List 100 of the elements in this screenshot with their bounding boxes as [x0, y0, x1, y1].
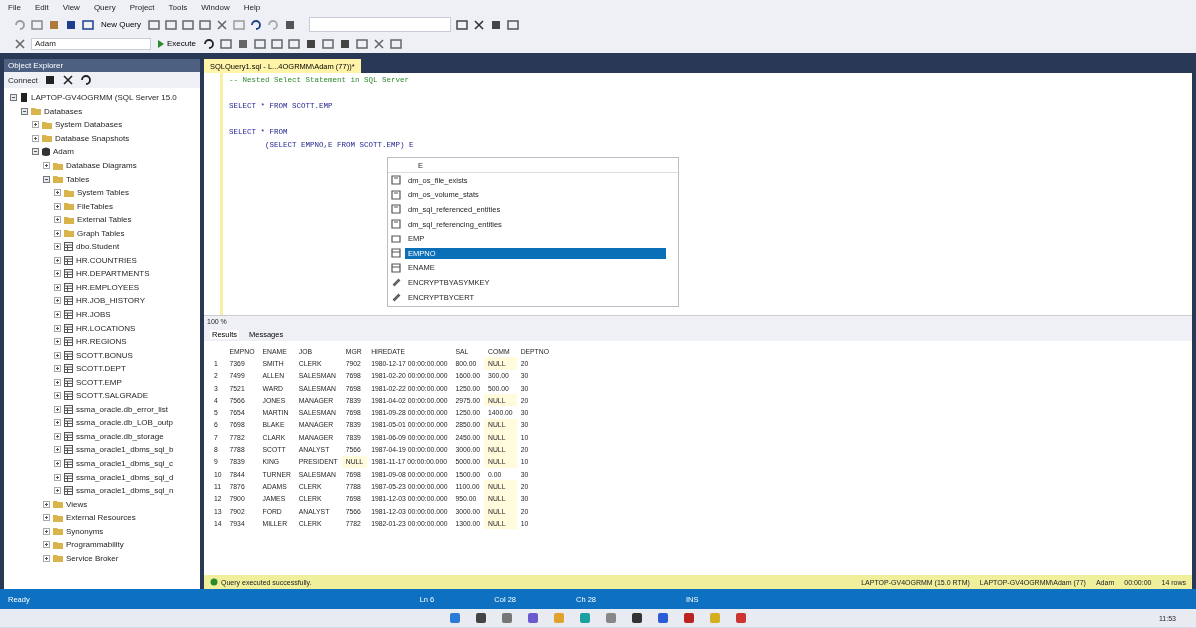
tree-item[interactable]: Tables — [66, 174, 90, 184]
expand-icon[interactable] — [54, 351, 61, 359]
tree-item[interactable]: SCOTT.EMP — [76, 377, 122, 387]
toolbar-icon[interactable] — [456, 18, 468, 31]
toolbar-icon[interactable] — [490, 18, 502, 31]
table-icon — [64, 431, 73, 441]
expand-icon[interactable] — [54, 283, 61, 291]
expand-icon[interactable] — [54, 460, 61, 468]
undo-icon[interactable] — [250, 18, 262, 31]
new-query-button[interactable]: New Query — [99, 20, 143, 29]
menu-item[interactable]: Project — [129, 3, 155, 12]
refresh-icon[interactable] — [79, 74, 92, 86]
taskbar-icon[interactable] — [683, 612, 695, 624]
tree-item[interactable]: HR.JOB_HISTORY — [76, 296, 146, 306]
tree-item[interactable]: External Resources — [66, 513, 136, 523]
tree-item[interactable]: Service Broker — [66, 553, 119, 563]
tree-item[interactable]: HR.COUNTRIES — [76, 255, 137, 265]
expand-icon[interactable] — [43, 554, 50, 562]
expand-icon[interactable] — [54, 446, 61, 454]
toolbar-icon[interactable] — [473, 18, 485, 31]
taskbar-icon[interactable] — [631, 612, 643, 624]
expand-icon[interactable] — [54, 419, 61, 427]
expand-icon[interactable] — [54, 432, 61, 440]
expand-icon[interactable] — [54, 378, 61, 386]
tree-item[interactable]: System Tables — [77, 188, 129, 198]
expand-icon[interactable] — [54, 229, 61, 237]
expand-icon[interactable] — [54, 243, 61, 251]
tree-item[interactable]: Views — [66, 499, 88, 509]
tree-item[interactable]: LAPTOP-GV4OGRMM (SQL Server 15.0 — [31, 93, 177, 103]
execute-button[interactable]: Execute — [156, 39, 198, 48]
expand-icon[interactable] — [54, 473, 61, 481]
expand-icon[interactable] — [54, 392, 61, 400]
tree-item[interactable]: SCOTT.BONUS — [76, 350, 133, 360]
expand-icon[interactable] — [54, 216, 61, 224]
menu-item[interactable]: Tools — [168, 3, 188, 12]
expand-icon[interactable] — [54, 324, 61, 332]
menu-item[interactable]: View — [62, 3, 80, 12]
tree-item[interactable]: ssma_oracle.db_storage — [76, 431, 164, 441]
tree-item[interactable]: System Databases — [55, 120, 123, 130]
expand-icon[interactable] — [54, 189, 61, 197]
tree-item[interactable]: ssma_oracle.db_LOB_outp — [76, 418, 173, 428]
expand-icon[interactable] — [32, 121, 39, 129]
taskbar-icon[interactable] — [657, 612, 669, 624]
tree-item[interactable]: Synonyms — [66, 526, 104, 536]
toolbar-icon[interactable] — [304, 37, 317, 50]
tree-item[interactable]: ssma_oracle1_dbms_sql_d — [76, 472, 174, 482]
expand-icon[interactable] — [54, 311, 61, 318]
tree-item[interactable]: ssma_oracle1_dbms_sql_c — [76, 459, 173, 469]
tree-item[interactable]: HR.JOBS — [76, 310, 111, 319]
tree-item[interactable]: HR.DEPARTMENTS — [76, 269, 150, 279]
expand-icon[interactable] — [54, 487, 61, 495]
table-icon — [64, 377, 73, 387]
expand-icon[interactable] — [54, 405, 61, 413]
menu-item[interactable]: Window — [201, 3, 230, 12]
taskbar-icon[interactable] — [475, 612, 487, 624]
expand-icon[interactable] — [54, 270, 61, 278]
toolbar-icon[interactable] — [61, 74, 74, 86]
tree-item[interactable]: ssma_oracle.db_error_list — [76, 404, 169, 414]
expand-icon[interactable] — [54, 256, 61, 264]
connect-button[interactable]: Connect — [8, 75, 38, 85]
expand-icon[interactable] — [32, 134, 39, 142]
tree-item[interactable]: FileTables — [77, 201, 113, 211]
tree-item[interactable]: Graph Tables — [77, 228, 125, 238]
expand-icon[interactable] — [43, 500, 50, 508]
toolbar-icon[interactable] — [82, 18, 94, 31]
tree-item[interactable]: External Tables — [77, 215, 132, 225]
tree-item[interactable]: Database Diagrams — [66, 161, 137, 170]
tree-item[interactable]: Programmability — [66, 540, 124, 550]
tree-item[interactable]: Database Snapshots — [55, 133, 130, 143]
tree-item[interactable]: HR.REGIONS — [76, 337, 127, 347]
tree-item[interactable]: Adam — [53, 147, 74, 157]
tree-item[interactable]: ssma_oracle1_dbms_sql_n — [76, 486, 174, 496]
collapse-icon[interactable] — [21, 107, 28, 115]
expand-icon[interactable] — [54, 202, 61, 210]
expand-icon[interactable] — [43, 514, 50, 522]
search-field[interactable] — [309, 17, 451, 32]
expand-icon[interactable] — [54, 297, 61, 305]
tree-item[interactable]: HR.LOCATIONS — [76, 323, 136, 333]
expand-icon[interactable] — [54, 365, 61, 373]
collapse-icon[interactable] — [43, 175, 50, 183]
menu-item[interactable]: Query — [93, 3, 116, 12]
collapse-icon[interactable] — [10, 94, 17, 102]
toolbar-icon[interactable] — [284, 18, 296, 31]
menu-item[interactable]: Edit — [34, 3, 49, 12]
tree-item[interactable]: SCOTT.SALGRADE — [76, 391, 148, 401]
expand-icon[interactable] — [43, 527, 50, 535]
tree-item[interactable]: SCOTT.DEPT — [76, 364, 126, 374]
cut-icon[interactable] — [216, 18, 228, 31]
collapse-icon[interactable] — [32, 148, 39, 156]
expand-icon[interactable] — [43, 541, 50, 549]
menu-item[interactable]: File — [8, 3, 21, 12]
tree-item[interactable]: ssma_oracle1_dbms_sql_b — [76, 445, 174, 455]
database-dropdown[interactable]: Adam — [31, 37, 151, 50]
expand-icon[interactable] — [54, 338, 61, 346]
tree-item[interactable]: Databases — [44, 106, 83, 116]
tree-item[interactable]: HR.EMPLOYEES — [76, 282, 140, 292]
expand-icon[interactable] — [43, 162, 50, 169]
tree-item[interactable]: dbo.Student — [76, 242, 120, 252]
toolbar-icon[interactable] — [338, 37, 351, 50]
menu-item[interactable]: Help — [243, 3, 261, 12]
